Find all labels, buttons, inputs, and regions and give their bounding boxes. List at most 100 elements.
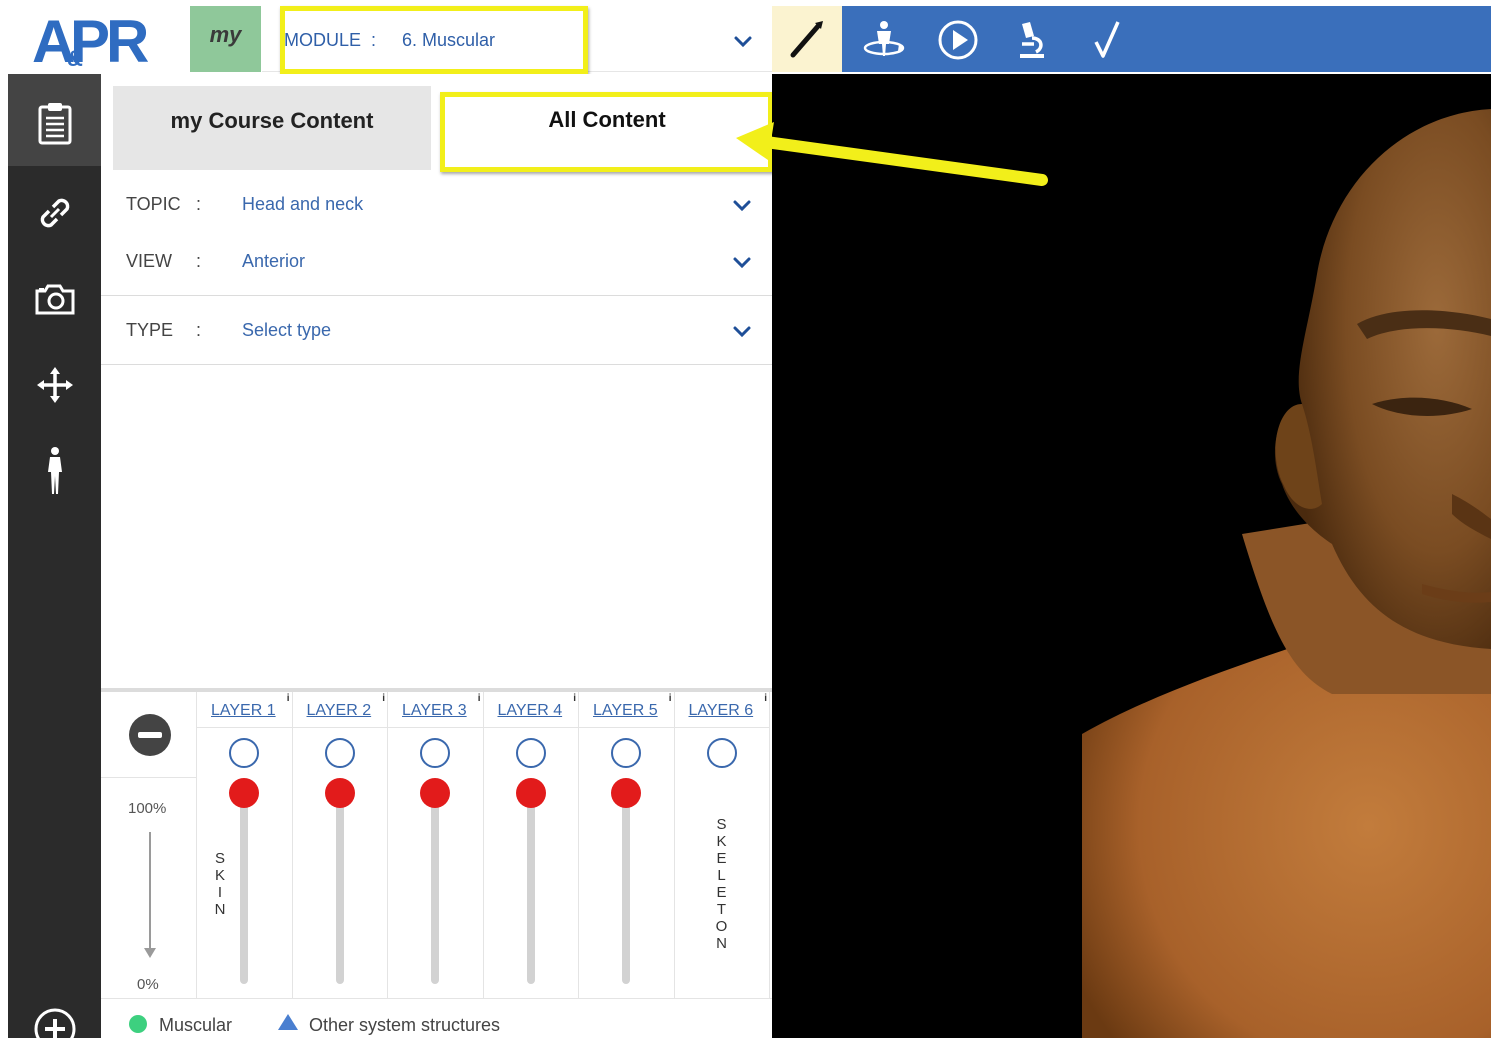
- layer-controls: 100% 0% LAYER 1 i SKIN LAYER 2 i LAYER 3 i LAYE…: [101, 688, 772, 1038]
- rotate-body-icon: [863, 21, 905, 56]
- type-filter[interactable]: TYPE : Select type: [101, 296, 772, 365]
- layer-radio[interactable]: [420, 738, 450, 768]
- layer-header: LAYER 4 i: [483, 692, 578, 728]
- chevron-down-icon: [733, 257, 751, 269]
- type-colon: :: [196, 320, 202, 340]
- info-icon[interactable]: i: [573, 693, 576, 704]
- view-filter[interactable]: VIEW : Anterior: [101, 227, 772, 296]
- rotate-body-button[interactable]: [862, 18, 906, 62]
- layer-header: LAYER 2 i: [292, 692, 387, 728]
- tab-all-content[interactable]: All Content: [444, 92, 770, 170]
- my-label: my: [209, 22, 242, 47]
- view-colon: :: [196, 251, 202, 271]
- dissect-button[interactable]: [772, 6, 842, 72]
- info-icon[interactable]: i: [287, 693, 290, 704]
- view-label: VIEW: [126, 251, 173, 271]
- down-arrow-icon: [144, 948, 156, 958]
- topic-label: TOPIC: [126, 194, 181, 214]
- microscope-button[interactable]: [1010, 18, 1054, 62]
- my-button[interactable]: my: [190, 6, 261, 72]
- svg-text:&: &: [67, 46, 83, 68]
- layer-link[interactable]: LAYER 3: [402, 702, 467, 720]
- check-button[interactable]: [1086, 18, 1130, 62]
- layer-header: LAYER 6 i: [674, 692, 769, 728]
- figure-button[interactable]: [32, 447, 78, 494]
- info-icon[interactable]: i: [764, 693, 767, 704]
- layer-header: LAYER 1 i: [197, 692, 292, 728]
- info-icon[interactable]: i: [478, 693, 481, 704]
- slider-handle[interactable]: [229, 778, 259, 808]
- apr-logo: A PR &: [32, 8, 153, 68]
- info-icon[interactable]: i: [669, 693, 672, 704]
- legend: Muscular Other system structures: [101, 998, 772, 1038]
- info-icon[interactable]: i: [382, 693, 385, 704]
- layer-link[interactable]: LAYER 4: [498, 702, 563, 720]
- module-label: MODULE :: [284, 30, 377, 50]
- layer-header: LAYER 5 i: [579, 692, 674, 728]
- layer-opacity-slider[interactable]: [622, 792, 630, 984]
- anatomy-viewer[interactable]: [772, 74, 1491, 1038]
- play-icon: [938, 20, 978, 60]
- content-button[interactable]: [32, 100, 78, 146]
- layer-opacity-slider[interactable]: [240, 792, 248, 984]
- layer-vertical-label: SKIN: [214, 850, 226, 918]
- layer-link[interactable]: LAYER 5: [593, 702, 658, 720]
- top-bar: A PR & my MODULE : 6. Muscular: [0, 0, 1491, 74]
- link-button[interactable]: [32, 190, 78, 236]
- human-figure-icon: [48, 447, 62, 494]
- layer-column: LAYER 4 i: [483, 692, 579, 998]
- chevron-down-icon: [733, 200, 751, 212]
- layer-vertical-label: SKELETON: [715, 816, 728, 952]
- other-structures-triangle-icon: [278, 1014, 298, 1030]
- module-select[interactable]: MODULE : 6. Muscular: [262, 6, 772, 72]
- opacity-max-label: 100%: [128, 800, 167, 817]
- layer-header: LAYER 3 i: [388, 692, 483, 728]
- layer-opacity-slider[interactable]: [335, 792, 344, 984]
- layer-column: LAYER 6 i SKELETON: [674, 692, 770, 998]
- layer-link[interactable]: LAYER 6: [689, 702, 754, 720]
- opacity-scale-line: [149, 832, 151, 954]
- layer-radio[interactable]: [324, 738, 355, 768]
- slider-handle[interactable]: [324, 778, 355, 808]
- play-button[interactable]: [936, 18, 980, 62]
- anatomy-model-image: [1082, 109, 1491, 1038]
- layer-column: LAYER 2 i: [292, 692, 388, 998]
- layer-radio[interactable]: [229, 738, 259, 768]
- layer-opacity-panel: 100% 0%: [101, 692, 197, 998]
- camera-button[interactable]: [32, 276, 78, 322]
- content-tabs: my Course Content All Content: [101, 74, 772, 170]
- layer-link[interactable]: LAYER 1: [211, 702, 276, 720]
- microscope-icon: [1020, 22, 1044, 58]
- chevron-down-icon: [734, 36, 752, 48]
- chevron-down-icon: [733, 326, 751, 338]
- layer-opacity-slider[interactable]: [431, 792, 439, 984]
- slider-handle[interactable]: [515, 778, 546, 808]
- layer-opacity-slider[interactable]: [526, 792, 535, 984]
- layer-radio[interactable]: [611, 738, 641, 768]
- checkmark-icon: [1094, 21, 1120, 58]
- move-arrows-icon: [37, 367, 73, 403]
- layer-column: LAYER 5 i: [579, 692, 675, 998]
- topic-colon: :: [196, 194, 202, 214]
- slider-handle[interactable]: [611, 778, 641, 808]
- plus-icon: [34, 1008, 76, 1038]
- layer-radio[interactable]: [706, 738, 737, 768]
- layer-link[interactable]: LAYER 2: [307, 702, 372, 720]
- minus-wrap: [101, 692, 197, 778]
- layer-column: LAYER 3 i: [388, 692, 484, 998]
- module-value: 6. Muscular: [402, 30, 496, 50]
- type-label: TYPE: [126, 320, 174, 340]
- toolbar: [842, 6, 1491, 72]
- link-icon: [40, 198, 70, 228]
- collapse-layers-button[interactable]: [129, 714, 171, 756]
- add-button[interactable]: [32, 1006, 78, 1038]
- opacity-min-label: 0%: [137, 976, 159, 993]
- slider-handle[interactable]: [420, 778, 450, 808]
- layer-radio[interactable]: [515, 738, 546, 768]
- legend-other-structures: Other system structures: [309, 1015, 501, 1035]
- topic-value: Head and neck: [242, 194, 364, 214]
- content-panel: my Course Content All Content TOPIC : He…: [101, 74, 772, 1038]
- tab-my-course-content[interactable]: my Course Content: [113, 86, 431, 170]
- dissect-icon: [790, 21, 823, 58]
- move-button[interactable]: [32, 362, 78, 408]
